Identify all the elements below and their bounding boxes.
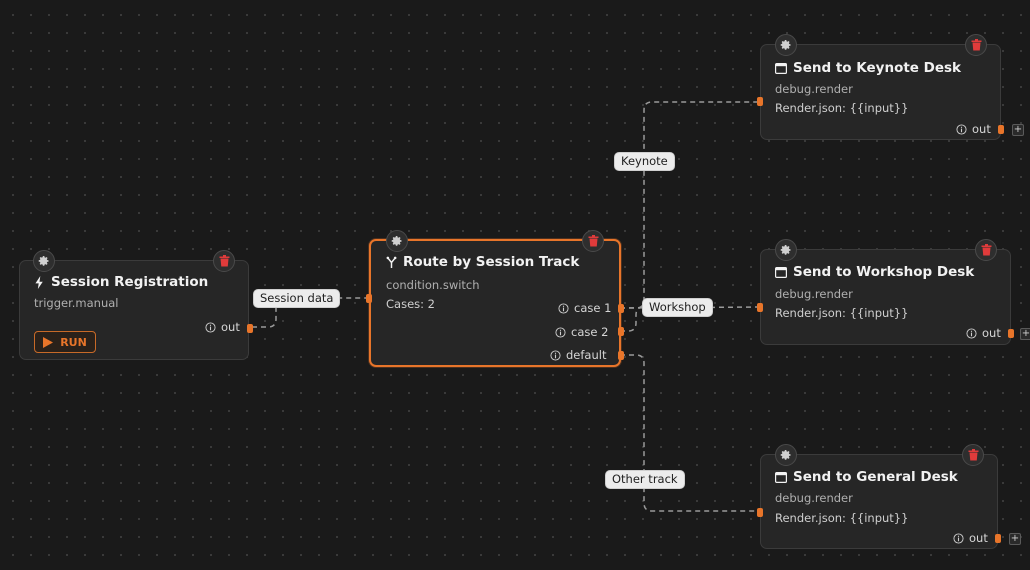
input-port[interactable] — [366, 294, 372, 303]
info-icon — [953, 532, 964, 544]
trash-icon — [981, 244, 991, 256]
run-button[interactable]: RUN — [34, 331, 96, 353]
trash-icon — [588, 235, 598, 247]
node-type: debug.render — [775, 287, 853, 301]
trash-icon — [968, 449, 978, 461]
delete-button[interactable] — [213, 250, 235, 272]
edge-case1-to-keynote[interactable] — [620, 101, 760, 309]
node-route-by-session-track[interactable]: Route by Session Track condition.switch … — [369, 230, 621, 367]
output-label: out — [969, 531, 988, 545]
settings-button[interactable] — [386, 230, 408, 252]
node-title: Send to Workshop Desk — [775, 264, 974, 280]
input-port[interactable] — [757, 303, 763, 312]
node-type: condition.switch — [386, 278, 480, 292]
output-label: default — [566, 348, 607, 362]
output-case-2: case 2 — [555, 325, 608, 339]
edge-label-workshop[interactable]: Workshop — [642, 298, 713, 317]
node-type: debug.render — [775, 82, 853, 96]
output-port[interactable] — [247, 324, 253, 333]
output-port-case-1[interactable] — [618, 304, 624, 313]
node-title-text: Send to Keynote Desk — [793, 60, 962, 76]
add-node-button[interactable]: + — [1012, 124, 1024, 136]
node-session-registration[interactable]: Session Registration trigger.manual RUN … — [19, 250, 253, 360]
info-icon — [558, 302, 569, 314]
node-type: debug.render — [775, 491, 853, 505]
delete-button[interactable] — [975, 239, 997, 261]
render-config: Render.json: {{input}} — [775, 101, 909, 115]
add-node-button[interactable]: + — [1020, 328, 1030, 340]
output-port-default[interactable] — [618, 351, 624, 360]
output-label: case 2 — [571, 325, 609, 339]
render-config: Render.json: {{input}} — [775, 306, 909, 320]
output-out: out — [966, 326, 1001, 340]
node-send-to-workshop-desk[interactable]: Send to Workshop Desk debug.render Rende… — [757, 239, 1030, 345]
window-icon — [775, 62, 787, 74]
node-title-text: Send to Workshop Desk — [793, 264, 975, 280]
output-out: out — [205, 320, 240, 334]
node-title-text: Route by Session Track — [403, 254, 580, 270]
node-type: trigger.manual — [34, 296, 119, 310]
lightning-icon — [35, 275, 43, 289]
output-label: out — [982, 326, 1001, 340]
info-icon — [550, 349, 561, 361]
gear-icon — [38, 256, 49, 266]
gear-icon — [391, 236, 402, 246]
cases-count: Cases: 2 — [386, 297, 435, 311]
render-config: Render.json: {{input}} — [775, 511, 909, 525]
play-icon — [43, 336, 54, 348]
delete-button[interactable] — [582, 230, 604, 252]
settings-button[interactable] — [775, 444, 797, 466]
trash-icon — [219, 255, 229, 267]
branch-icon — [386, 256, 397, 268]
node-title-text: Send to General Desk — [793, 469, 958, 485]
info-icon — [966, 327, 977, 339]
delete-button[interactable] — [965, 34, 987, 56]
edge-label-session-data[interactable]: Session data — [253, 289, 341, 308]
window-icon — [775, 266, 787, 278]
node-title: Send to General Desk — [775, 469, 958, 485]
node-send-to-general-desk[interactable]: Send to General Desk debug.render Render… — [757, 444, 1021, 549]
trash-icon — [971, 39, 981, 51]
output-port[interactable] — [998, 125, 1004, 134]
gear-icon — [780, 245, 791, 255]
info-icon — [956, 123, 967, 135]
output-out: out — [956, 122, 991, 136]
edge-label-keynote[interactable]: Keynote — [614, 152, 675, 171]
node-title: Route by Session Track — [386, 254, 579, 270]
settings-button[interactable] — [33, 250, 55, 272]
output-port[interactable] — [995, 534, 1001, 543]
gear-icon — [780, 40, 791, 50]
settings-button[interactable] — [775, 34, 797, 56]
edge-label-other-track[interactable]: Other track — [605, 470, 685, 489]
run-label: RUN — [60, 335, 87, 349]
output-port-case-2[interactable] — [618, 327, 624, 336]
window-icon — [775, 471, 787, 483]
node-send-to-keynote-desk[interactable]: Send to Keynote Desk debug.render Render… — [757, 34, 1024, 140]
output-label: out — [221, 320, 240, 334]
node-title: Send to Keynote Desk — [775, 60, 961, 76]
output-default: default — [550, 348, 606, 362]
gear-icon — [780, 450, 791, 460]
node-title-text: Session Registration — [51, 274, 209, 290]
output-case-1: case 1 — [558, 301, 611, 315]
info-icon — [555, 326, 566, 338]
add-node-button[interactable]: + — [1009, 533, 1021, 545]
input-port[interactable] — [757, 97, 763, 106]
settings-button[interactable] — [775, 239, 797, 261]
delete-button[interactable] — [962, 444, 984, 466]
output-out: out — [953, 531, 988, 545]
node-title: Session Registration — [34, 274, 208, 290]
output-label: out — [972, 122, 991, 136]
output-label: case 1 — [574, 301, 612, 315]
info-icon — [205, 321, 216, 333]
input-port[interactable] — [757, 508, 763, 517]
output-port[interactable] — [1008, 329, 1014, 338]
